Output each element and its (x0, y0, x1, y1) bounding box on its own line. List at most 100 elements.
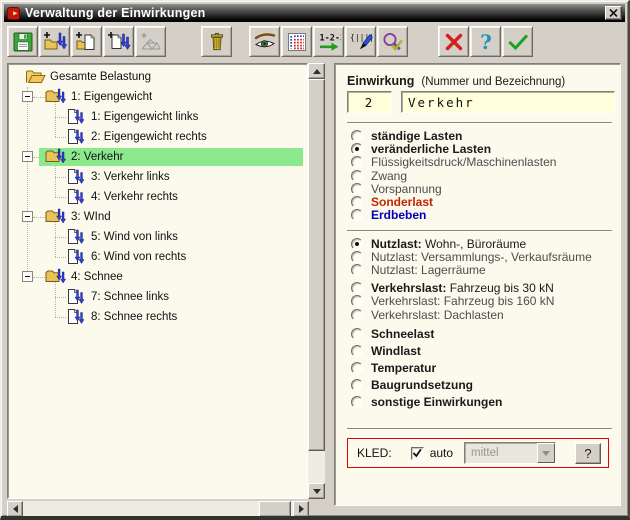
tree-load-case-item[interactable]: 4: Verkehr rechts (9, 187, 306, 207)
radio-option[interactable]: veränderliche Lasten (351, 142, 616, 155)
radio-dot (355, 147, 359, 151)
kled-duration-select: mittel (464, 442, 556, 464)
radio-icon (351, 238, 363, 250)
radio-option[interactable]: sonstige Einwirkungen (351, 394, 616, 411)
load-case-icon (67, 128, 87, 146)
radio-option[interactable]: Sonderlast (351, 195, 616, 208)
tree-item-label: 2: Verkehr (70, 150, 127, 164)
folder-load-icon (45, 148, 67, 166)
radio-option[interactable]: Nutzlast: Lagerräume (351, 264, 616, 277)
scroll-left-button[interactable] (7, 501, 23, 517)
radio-icon (351, 328, 363, 340)
new-load-case-button[interactable] (103, 26, 134, 57)
load-case-icon (67, 168, 87, 186)
scroll-down-button[interactable] (308, 483, 325, 499)
radio-option-label: Verkehrslast: Fahrzeug bis 160 kN (371, 294, 554, 308)
scroll-right-button[interactable] (293, 501, 309, 517)
help-button[interactable]: ? (470, 26, 501, 57)
tree-folder-item[interactable]: 1: Eigengewicht (9, 87, 306, 107)
check-icon (412, 448, 423, 458)
tree-load-case-item[interactable]: 2: Eigengewicht rechts (9, 127, 306, 147)
kled-auto-checkbox[interactable] (411, 447, 424, 460)
svg-text:1-2-3: 1-2-3 (319, 33, 341, 43)
open-folder-icon (25, 69, 46, 85)
folder-load-icon (45, 208, 67, 226)
collapse-toggle[interactable] (22, 211, 33, 222)
tree-folder-item[interactable]: 4: Schnee (9, 267, 306, 287)
arrow-left-icon (13, 505, 18, 513)
radio-icon (351, 170, 363, 182)
check-search-button[interactable] (377, 26, 408, 57)
radio-option-label: Vorspannung (371, 182, 442, 196)
close-button[interactable] (605, 6, 622, 20)
collapse-toggle[interactable] (22, 271, 33, 282)
tree-horizontal-scrollbar[interactable] (7, 501, 309, 517)
load-case-tree: Gesamte Belastung 1: Eigengewicht 1: Eig… (7, 63, 308, 499)
radio-option[interactable]: Windlast (351, 343, 616, 360)
tree-load-case-item[interactable]: 7: Schnee links (9, 287, 306, 307)
radio-option-label: Flüssigkeitsdruck/Maschinenlasten (371, 155, 556, 169)
tree-load-case-item[interactable]: 8: Schnee rechts (9, 307, 306, 327)
radio-option[interactable]: Verkehrslast: Fahrzeug bis 160 kN (351, 295, 616, 308)
view-button[interactable] (249, 26, 280, 57)
detail-header-subtitle: (Nummer und Bezeichnung) (421, 76, 565, 88)
tree-root-item[interactable]: Gesamte Belastung (9, 67, 306, 87)
save-button[interactable] (7, 26, 38, 57)
new-surface-load-icon (139, 30, 163, 54)
radio-option[interactable]: Baugrundsetzung (351, 377, 616, 394)
radio-option-label: ständige Lasten (371, 129, 462, 143)
tree-item-label: 6: Wind von rechts (90, 250, 190, 264)
load-case-icon (67, 288, 87, 306)
radio-option-label: Verkehrslast: Dachlasten (371, 308, 504, 322)
radio-option[interactable]: Flüssigkeitsdruck/Maschinenlasten (351, 156, 616, 169)
tree-folder-item[interactable]: 3: WInd (9, 207, 306, 227)
radio-option[interactable]: ständige Lasten (351, 129, 616, 142)
separator (347, 428, 612, 430)
radio-option[interactable]: Verkehrslast: Fahrzeug bis 30 kN (351, 281, 616, 294)
renumber-button[interactable]: 1-2-3 (313, 26, 344, 57)
radio-option[interactable]: Erdbeben (351, 209, 616, 222)
tree-item-label: 3: Verkehr links (90, 170, 174, 184)
ok-button[interactable] (502, 26, 533, 57)
kled-help-button[interactable]: ? (575, 443, 601, 464)
horizontal-scroll-thumb[interactable] (259, 501, 291, 517)
format-button[interactable]: {||||} (345, 26, 376, 57)
table-button[interactable] (281, 26, 312, 57)
radio-option[interactable]: Temperatur (351, 360, 616, 377)
kled-section: KLED: auto mittel ? (347, 438, 609, 468)
radio-option-label: Nutzlast: Versammlungs-, Verkaufsräume (371, 250, 592, 264)
tree-load-case-item[interactable]: 5: Wind von links (9, 227, 306, 247)
tree-vertical-scrollbar[interactable] (308, 63, 325, 499)
tree-item-label: 5: Wind von links (90, 230, 182, 244)
search-check-icon (381, 30, 405, 54)
copy-action-button[interactable] (71, 26, 102, 57)
radio-option[interactable]: Schneelast (351, 326, 616, 343)
scroll-up-button[interactable] (308, 63, 325, 79)
cancel-button[interactable] (438, 26, 469, 57)
folder-load-icon (45, 268, 67, 286)
action-name-input[interactable] (401, 91, 615, 113)
new-action-folder-button[interactable] (39, 26, 70, 57)
tree-folder-item[interactable]: 2: Verkehr (9, 147, 306, 167)
radio-option[interactable]: Nutzlast: Versammlungs-, Verkaufsräume (351, 250, 616, 263)
radio-option[interactable]: Verkehrslast: Dachlasten (351, 308, 616, 321)
radio-option[interactable]: Nutzlast: Wohn-, Büroräume (351, 237, 616, 250)
radio-icon (351, 309, 363, 321)
titlebar[interactable]: Verwaltung der Einwirkungen (4, 4, 625, 22)
tree-load-case-item[interactable]: 1: Eigengewicht links (9, 107, 306, 127)
delete-button[interactable] (201, 26, 232, 57)
vertical-scroll-thumb[interactable] (308, 79, 325, 451)
collapse-toggle[interactable] (22, 91, 33, 102)
radio-option[interactable]: Zwang (351, 169, 616, 182)
tree-load-case-item[interactable]: 3: Verkehr links (9, 167, 306, 187)
tree-load-case-item[interactable]: 6: Wind von rechts (9, 247, 306, 267)
renumber-icon: 1-2-3 (317, 30, 341, 54)
radio-icon (351, 362, 363, 374)
tree-item-label: 1: Eigengewicht links (90, 110, 202, 124)
collapse-toggle[interactable] (22, 151, 33, 162)
radio-option-label: Erdbeben (371, 208, 426, 222)
radio-option[interactable]: Vorspannung (351, 182, 616, 195)
action-number-input[interactable] (347, 91, 392, 113)
new-surface-load-button (135, 26, 166, 57)
radio-option-label: Nutzlast: Wohn-, Büroräume (371, 237, 526, 251)
